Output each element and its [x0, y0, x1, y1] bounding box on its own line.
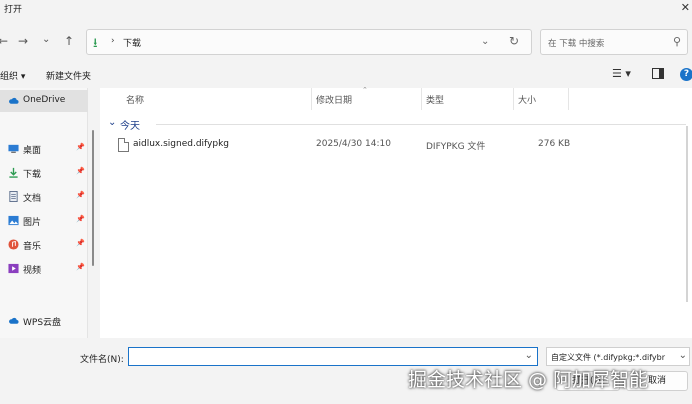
group-label: 今天 [120, 121, 140, 132]
up-icon[interactable]: ↑ [64, 34, 74, 48]
command-bar: 组织 ▾ 新建文件夹 ☰ ▾ ? [0, 62, 692, 88]
column-divider[interactable] [513, 88, 514, 110]
file-list: 名称 ⌃ 修改日期 类型 大小 ⌄ 今天 aidlux.signed.difyp… [100, 86, 692, 338]
back-icon[interactable]: ← [0, 34, 8, 48]
cloud-icon [9, 317, 19, 324]
forward-icon[interactable]: → [18, 34, 28, 48]
group-header-today[interactable]: ⌄ 今天 [104, 114, 692, 134]
desktop-icon [8, 144, 19, 153]
sidebar-item-label: OneDrive [23, 95, 66, 105]
column-divider[interactable] [421, 88, 422, 110]
group-divider [156, 124, 686, 125]
breadcrumb-chevron-icon[interactable]: › [111, 36, 115, 46]
breadcrumb-downloads[interactable]: 下载 [123, 36, 141, 49]
cloud-icon [9, 97, 19, 104]
file-type: DIFYPKG 文件 [426, 142, 486, 152]
refresh-icon[interactable]: ↻ [509, 34, 519, 48]
title-bar: 打开 ✕ [0, 0, 692, 22]
file-size: 276 KB [538, 139, 571, 149]
sidebar-item-label: WPS云盘 [23, 318, 62, 328]
file-modified: 2025/4/30 14:10 [316, 139, 391, 149]
chevron-down-icon[interactable]: ⌄ [678, 350, 687, 361]
sort-indicator-icon: ⌃ [362, 86, 368, 94]
new-folder-button[interactable]: 新建文件夹 [46, 69, 91, 82]
sidebar-item-wps-cloud[interactable]: WPS云盘 [0, 310, 88, 332]
sidebar-item-videos[interactable]: 视频 📌 [0, 258, 88, 280]
address-bar[interactable]: ⭳ › 下载 ⌄ ↻ [86, 29, 532, 55]
recent-locations-icon[interactable]: ⌄ [42, 34, 50, 45]
sidebar-item-label: 文档 [23, 194, 42, 204]
preview-pane-icon[interactable] [652, 68, 664, 79]
organize-button[interactable]: 组织 ▾ [0, 69, 25, 82]
search-placeholder: 在 下载 中搜索 [548, 39, 605, 49]
file-name: aidlux.signed.difypkg [133, 139, 230, 149]
address-dropdown-icon[interactable]: ⌄ [481, 36, 489, 47]
sidebar-item-label: 桌面 [23, 146, 42, 156]
view-options-icon[interactable]: ☰ ▾ [612, 67, 631, 80]
chevron-down-icon[interactable]: ⌄ [525, 350, 533, 361]
file-icon [118, 138, 129, 152]
sidebar-item-pictures[interactable]: 图片 📌 [0, 210, 88, 232]
download-icon: ⭳ [93, 36, 98, 51]
search-icon[interactable]: ⚲ [673, 35, 681, 48]
navigation-pane: OneDrive 桌面 📌 下载 📌 文档 📌 图片 📌 音乐 📌 视频 📌 W… [0, 88, 88, 338]
sidebar-item-label: 音乐 [23, 242, 42, 252]
download-icon [9, 167, 18, 178]
column-header-type[interactable]: 类型 [426, 93, 444, 106]
document-icon [9, 191, 18, 202]
window-title: 打开 [4, 5, 23, 15]
sidebar-item-desktop[interactable]: 桌面 📌 [0, 138, 88, 160]
pin-icon[interactable]: 📌 [76, 167, 85, 175]
file-list-scrollbar[interactable] [686, 126, 688, 302]
video-icon [8, 263, 19, 274]
column-header-name[interactable]: 名称 [126, 93, 144, 106]
pin-icon[interactable]: 📌 [76, 143, 85, 151]
sidebar-item-label: 视频 [23, 266, 42, 276]
table-row[interactable]: aidlux.signed.difypkg 2025/4/30 14:10 DI… [100, 136, 692, 156]
chevron-down-icon[interactable]: ⌄ [108, 117, 116, 128]
pin-icon[interactable]: 📌 [76, 239, 85, 247]
sidebar-item-label: 图片 [23, 218, 42, 228]
pin-icon[interactable]: 📌 [76, 215, 85, 223]
sidebar-item-downloads[interactable]: 下载 📌 [0, 162, 88, 184]
pin-icon[interactable]: 📌 [76, 191, 85, 199]
picture-icon [8, 215, 19, 226]
column-divider[interactable] [311, 88, 312, 110]
column-header-modified[interactable]: 修改日期 [316, 93, 352, 106]
filetype-select[interactable]: 自定义文件 (*.difypkg;*.difybr ⌄ [546, 347, 690, 366]
sidebar-item-music[interactable]: 音乐 📌 [0, 234, 88, 256]
sidebar-item-documents[interactable]: 文档 📌 [0, 186, 88, 208]
column-header-size[interactable]: 大小 [518, 93, 536, 106]
search-input[interactable]: 在 下载 中搜索 ⚲ [540, 29, 688, 55]
pin-icon[interactable]: 📌 [76, 263, 85, 271]
filename-label: 文件名(N): [80, 355, 124, 365]
sidebar-item-label: 下载 [23, 170, 42, 180]
sidebar-scrollbar[interactable] [92, 130, 94, 266]
filename-input[interactable]: ⌄ [128, 347, 538, 366]
filetype-value: 自定义文件 (*.difypkg;*.difybr [551, 353, 666, 362]
watermark-text: 掘金技术社区 @ 阿加犀智能 [408, 369, 649, 391]
music-icon [8, 239, 19, 250]
column-divider[interactable] [568, 88, 569, 110]
help-icon[interactable]: ? [680, 68, 692, 81]
sidebar-item-onedrive[interactable]: OneDrive [0, 90, 88, 112]
close-icon[interactable]: ✕ [681, 1, 690, 14]
